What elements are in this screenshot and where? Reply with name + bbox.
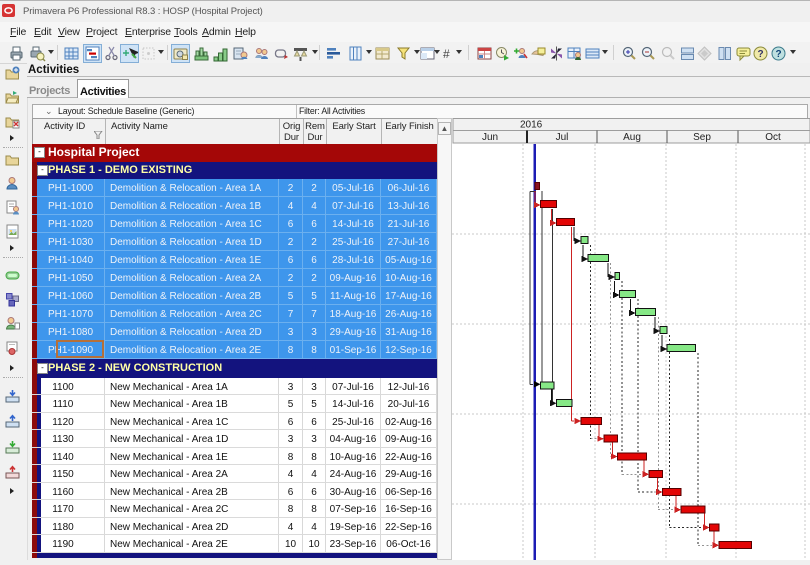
svg-text:Oct: Oct [765,132,781,143]
svg-text:Jun: Jun [482,132,498,143]
svg-text:Jul: Jul [556,132,569,143]
svg-text:2016: 2016 [520,120,543,131]
svg-text:?: ? [776,49,782,60]
svg-text:Aug: Aug [623,132,641,143]
svg-text:?: ? [758,49,764,60]
svg-text:#: # [443,47,450,61]
svg-text:Sep: Sep [693,132,711,143]
